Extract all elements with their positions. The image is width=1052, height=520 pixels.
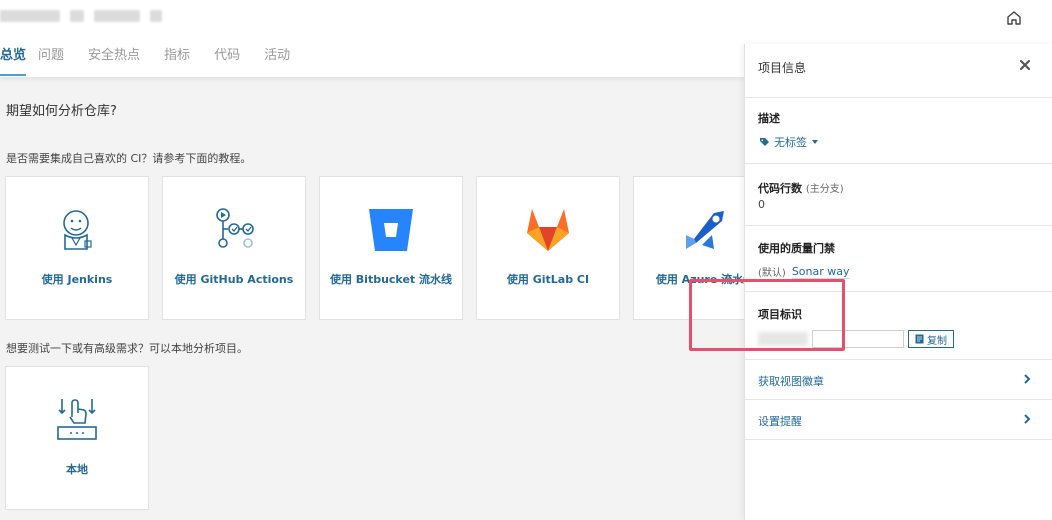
ci-options: 使用 Jenkins 使用 GitHub Actions 使用 Bitbucke… (5, 176, 777, 320)
main-content: 期望如何分析仓库? 是否需要集成自己喜欢的 CI？请参考下面的教程。 使用 Je… (0, 78, 777, 520)
quality-gate-row: (默认) Sonar way (758, 264, 850, 279)
project-info-panel: 项目信息 描述 无标签 代码行数 (主分支) 0 使用的质量门禁 (默认) So (744, 44, 1052, 520)
branch-redacted (94, 10, 140, 22)
copy-button[interactable]: 复制 (908, 330, 954, 348)
breadcrumb (0, 10, 162, 22)
caret-down-icon (812, 140, 818, 144)
local-card[interactable]: 本地 (5, 366, 149, 510)
lines-value: 0 (758, 198, 765, 211)
copy-label: 复制 (927, 335, 947, 347)
github-actions-label: 使用 GitHub Actions (174, 273, 294, 286)
ci-prompt: 是否需要集成自己喜欢的 CI？请参考下面的教程。 (6, 152, 252, 165)
bitbucket-icon (369, 209, 413, 251)
jenkins-icon (63, 210, 92, 250)
tag-icon (760, 137, 769, 146)
close-icon[interactable] (1018, 58, 1032, 72)
project-key-section: 项目标识 复制 (745, 292, 1052, 360)
local-label: 本地 (66, 463, 88, 476)
quality-gate-title: 使用的质量门禁 (758, 242, 835, 255)
project-key-row: 复制 (758, 330, 954, 348)
project-nav-tabs: 总览 问题 安全热点 指标 代码 活动 (0, 44, 314, 76)
lines-subtitle: (主分支) (805, 184, 844, 195)
tags-label: 无标签 (774, 136, 807, 149)
github-actions-card[interactable]: 使用 GitHub Actions (162, 176, 306, 320)
notifications-link-label: 设置提醒 (758, 415, 802, 428)
notifications-link[interactable]: 设置提醒 (745, 400, 1052, 440)
local-icon (57, 399, 97, 440)
tab-security-hotspots[interactable]: 安全热点 (88, 44, 152, 76)
gitlab-card[interactable]: 使用 GitLab CI (476, 176, 620, 320)
quality-gate-default: (默认) (758, 268, 786, 279)
azure-icon (686, 211, 724, 249)
bitbucket-label: 使用 Bitbucket 流水线 (329, 273, 453, 286)
badges-link[interactable]: 获取视图徽章 (745, 360, 1052, 400)
jenkins-card[interactable]: 使用 Jenkins (5, 176, 149, 320)
home-icon[interactable] (1006, 10, 1022, 26)
tab-overview[interactable]: 总览 (0, 44, 27, 76)
project-key-redacted (758, 332, 808, 346)
tab-activity[interactable]: 活动 (264, 44, 302, 76)
panel-header: 项目信息 (745, 44, 1052, 98)
badges-link-label: 获取视图徽章 (758, 375, 824, 388)
gitlab-icon (527, 209, 569, 251)
lines-title: 代码行数 (主分支) (758, 180, 844, 196)
github-actions-icon (216, 208, 254, 248)
jenkins-label: 使用 Jenkins (41, 273, 113, 286)
tags-dropdown[interactable]: 无标签 (759, 134, 819, 150)
quality-gate-section: 使用的质量门禁 (默认) Sonar way (745, 226, 1052, 292)
local-prompt: 想要测试一下或有高级需求？可以本地分析项目。 (6, 342, 248, 355)
description-title: 描述 (758, 112, 780, 125)
gitlab-label: 使用 GitLab CI (506, 273, 590, 286)
lines-title-text: 代码行数 (758, 182, 802, 195)
quality-gate-link[interactable]: Sonar way (791, 265, 850, 279)
bitbucket-card[interactable]: 使用 Bitbucket 流水线 (319, 176, 463, 320)
lines-of-code-section: 代码行数 (主分支) 0 (745, 164, 1052, 226)
tab-code[interactable]: 代码 (214, 44, 252, 76)
project-key-input[interactable] (812, 330, 904, 348)
project-key-title: 项目标识 (758, 308, 802, 321)
breadcrumb-redacted (70, 10, 84, 22)
chevron-right-icon (1024, 414, 1031, 424)
tab-issues[interactable]: 问题 (38, 44, 76, 76)
analysis-question: 期望如何分析仓库? (6, 104, 117, 119)
panel-title: 项目信息 (758, 61, 807, 75)
breadcrumb-redacted (150, 10, 162, 22)
project-name-redacted (0, 10, 60, 22)
description-section: 描述 无标签 (745, 98, 1052, 164)
chevron-right-icon (1024, 374, 1031, 384)
copy-icon (915, 334, 924, 344)
tab-measures[interactable]: 指标 (164, 44, 202, 76)
